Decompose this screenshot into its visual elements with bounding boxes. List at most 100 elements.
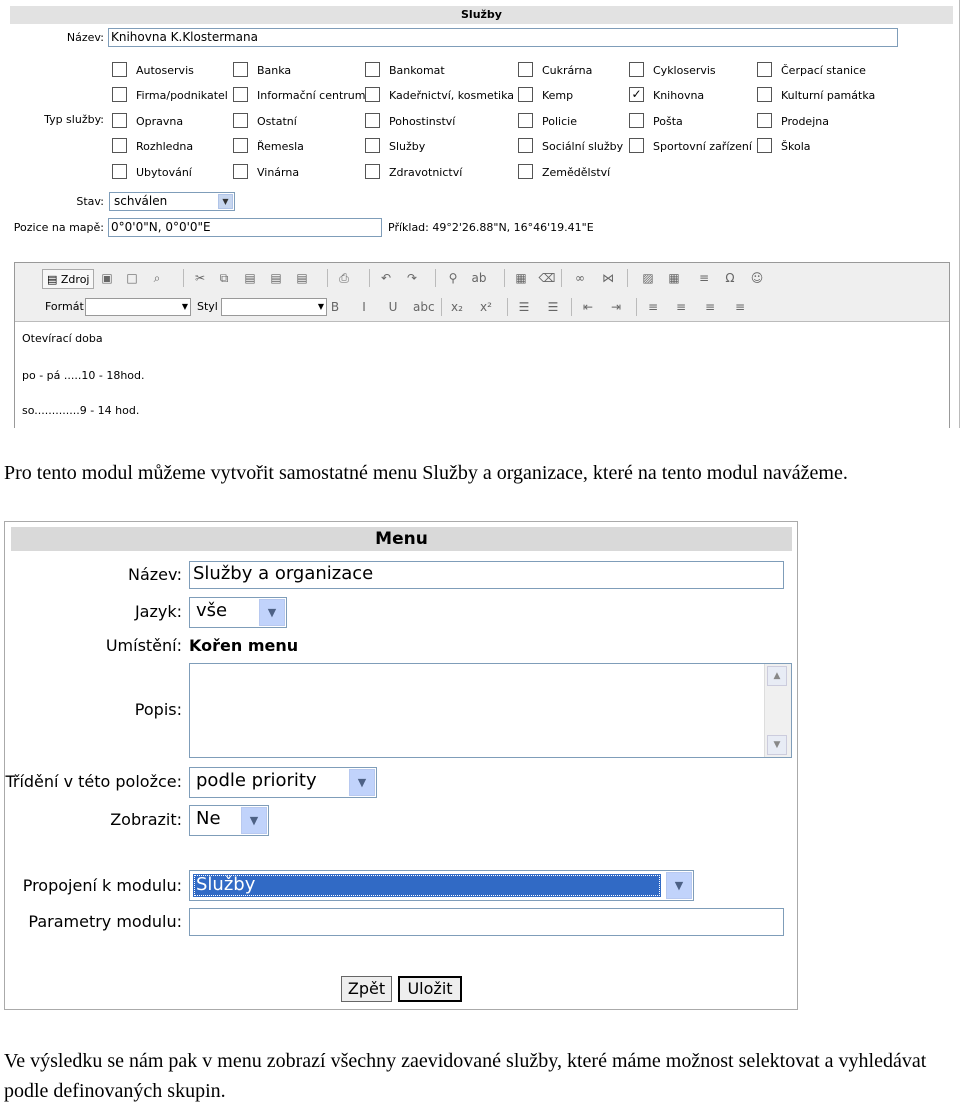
checkbox[interactable]	[518, 87, 533, 102]
align-right-icon[interactable]: ≡	[701, 298, 719, 316]
checkbox[interactable]	[233, 164, 248, 179]
checkbox[interactable]	[518, 62, 533, 77]
hr-icon[interactable]: ≡	[695, 269, 713, 287]
redo-icon[interactable]: ↷	[403, 269, 421, 287]
checkbox[interactable]	[112, 164, 127, 179]
source-button[interactable]: ▤ Zdroj	[42, 269, 95, 289]
checkbox[interactable]	[757, 87, 772, 102]
subscript-icon[interactable]: x₂	[448, 298, 466, 316]
numbered-list-icon[interactable]: ☰	[515, 298, 533, 316]
eraser-icon[interactable]: ⌫	[538, 269, 556, 287]
checkbox[interactable]	[629, 138, 644, 153]
checkbox[interactable]	[233, 113, 248, 128]
paste-icon[interactable]: ▤	[241, 269, 259, 287]
paste-text-icon[interactable]: ▤	[267, 269, 285, 287]
select-all-icon[interactable]: ▦	[512, 269, 530, 287]
chevron-down-icon[interactable]: ▼	[218, 194, 233, 209]
checkbox[interactable]	[233, 87, 248, 102]
checkbox[interactable]	[757, 138, 772, 153]
checkbox[interactable]	[757, 113, 772, 128]
strike-icon[interactable]: abc	[413, 298, 435, 316]
checkbox[interactable]	[365, 164, 380, 179]
chevron-down-icon[interactable]: ▼	[666, 872, 692, 899]
module-select[interactable]: Služby ▼	[189, 870, 694, 901]
style-label: Styl	[197, 300, 218, 313]
show-select[interactable]: Ne ▼	[189, 805, 269, 836]
preview-icon[interactable]: ⌕	[148, 269, 166, 287]
underline-icon[interactable]: U	[384, 298, 402, 316]
format-select[interactable]: ▼	[85, 298, 191, 316]
language-select[interactable]: vše ▼	[189, 597, 287, 628]
undo-icon[interactable]: ↶	[377, 269, 395, 287]
chevron-down-icon[interactable]: ▼	[259, 599, 285, 626]
sorting-select[interactable]: podle priority ▼	[189, 767, 377, 798]
new-page-icon[interactable]: □	[123, 269, 141, 287]
service-label: Škola	[781, 140, 811, 153]
checkbox[interactable]	[233, 138, 248, 153]
save-icon[interactable]: ▣	[98, 269, 116, 287]
show-value: Ne	[196, 808, 221, 829]
table-icon[interactable]: ▦	[665, 269, 683, 287]
checkbox[interactable]	[112, 87, 127, 102]
special-char-icon[interactable]: Ω	[721, 269, 739, 287]
outdent-icon[interactable]: ⇤	[579, 298, 597, 316]
unlink-icon[interactable]: ⋈	[599, 269, 617, 287]
find-icon[interactable]: ⚲	[444, 269, 462, 287]
smiley-icon[interactable]: ☺	[748, 269, 766, 287]
align-center-icon[interactable]: ≡	[672, 298, 690, 316]
name-input[interactable]: Knihovna K.Klostermana	[108, 28, 898, 47]
superscript-icon[interactable]: x²	[477, 298, 495, 316]
save-button[interactable]: Uložit	[398, 976, 462, 1002]
paste-word-icon[interactable]: ▤	[293, 269, 311, 287]
copy-icon[interactable]: ⧉	[215, 269, 233, 287]
bullet-list-icon[interactable]: ☰	[544, 298, 562, 316]
cut-icon[interactable]: ✂	[191, 269, 209, 287]
image-icon[interactable]: ▨	[639, 269, 657, 287]
scroll-down-icon[interactable]: ▼	[767, 735, 787, 755]
menu-name-input[interactable]: Služby a organizace	[189, 561, 784, 589]
bold-icon[interactable]: B	[326, 298, 344, 316]
checkbox[interactable]	[629, 113, 644, 128]
checkbox[interactable]	[518, 164, 533, 179]
chevron-down-icon[interactable]: ▼	[349, 769, 375, 796]
checkbox[interactable]	[365, 62, 380, 77]
toolbar-separator	[627, 269, 628, 287]
chevron-down-icon[interactable]: ▼	[241, 807, 267, 834]
service-label: Kadeřnictví, kosmetika	[389, 89, 514, 102]
align-justify-icon[interactable]: ≡	[731, 298, 749, 316]
checkbox-checked[interactable]: ✓	[629, 87, 644, 102]
module-params-input[interactable]	[189, 908, 784, 936]
service-label: Firma/podnikatel	[136, 89, 228, 102]
scroll-up-icon[interactable]: ▲	[767, 666, 787, 686]
spellcheck-icon[interactable]: ab	[470, 269, 488, 287]
service-label: Bankomat	[389, 64, 445, 77]
checkbox[interactable]	[629, 62, 644, 77]
menu-name-label: Název:	[128, 565, 182, 584]
checkbox[interactable]	[518, 113, 533, 128]
align-left-icon[interactable]: ≡	[644, 298, 662, 316]
italic-icon[interactable]: I	[355, 298, 373, 316]
service-label: Čerpací stanice	[781, 64, 866, 77]
checkbox[interactable]	[112, 62, 127, 77]
checkbox[interactable]	[365, 113, 380, 128]
checkbox[interactable]	[757, 62, 772, 77]
indent-icon[interactable]: ⇥	[607, 298, 625, 316]
service-type-label: Typ služby:	[44, 113, 104, 126]
checkbox[interactable]	[112, 113, 127, 128]
checkbox[interactable]	[518, 138, 533, 153]
description-textarea[interactable]: ▲ ▼	[189, 663, 792, 758]
scrollbar[interactable]: ▲ ▼	[764, 664, 791, 757]
style-select[interactable]: ▼	[221, 298, 327, 316]
language-label: Jazyk:	[134, 602, 182, 621]
checkbox[interactable]	[112, 138, 127, 153]
checkbox[interactable]	[233, 62, 248, 77]
placement-value: Kořen menu	[189, 636, 299, 655]
link-icon[interactable]: ∞	[571, 269, 589, 287]
rich-text-editor[interactable]: ▤ Zdroj ▣ □ ⌕ ✂ ⧉ ▤ ▤ ▤ ⎙ ↶ ↷ ⚲ ab ▦ ⌫ ∞ ⋈ ▨ ▦ ≡ Ω ☺ Formát ▼…	[14, 262, 950, 428]
print-icon[interactable]: ⎙	[335, 269, 353, 287]
checkbox[interactable]	[365, 87, 380, 102]
status-select[interactable]: schválen ▼	[109, 192, 235, 211]
checkbox[interactable]	[365, 138, 380, 153]
map-position-input[interactable]: 0°0'0"N, 0°0'0"E	[108, 218, 382, 237]
back-button[interactable]: Zpět	[341, 976, 392, 1002]
